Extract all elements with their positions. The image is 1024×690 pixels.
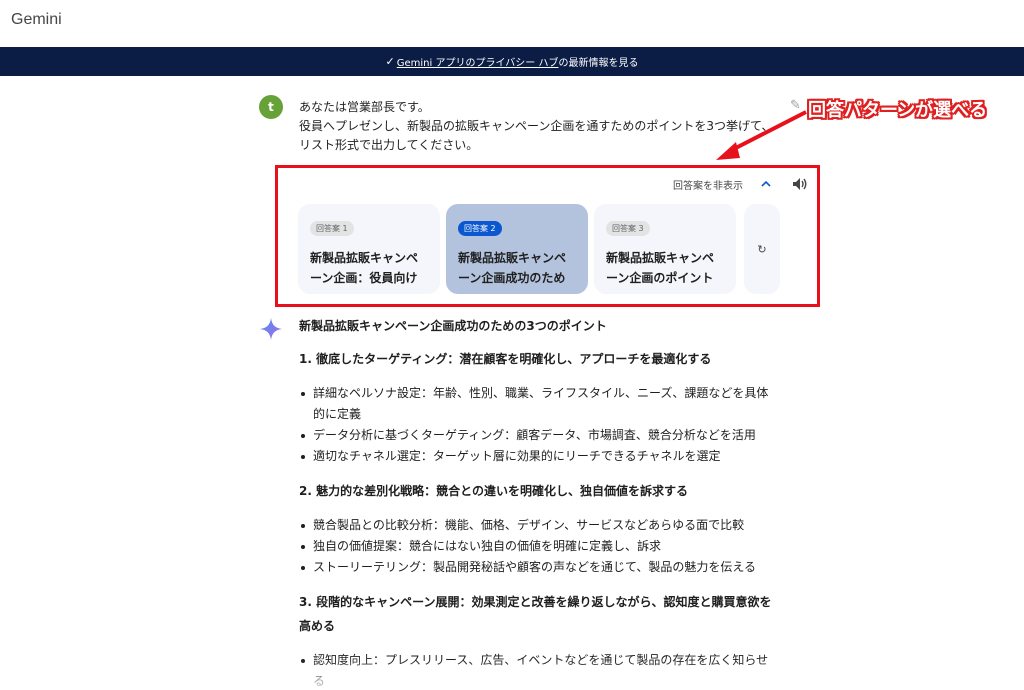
top-bar: Gemini xyxy=(0,0,1024,47)
draft-text: 新製品拡販キャンペーン企画成功のため xyxy=(458,251,567,285)
scroll-fade xyxy=(0,660,1024,690)
speaker-icon[interactable] xyxy=(792,177,808,191)
gemini-sparkle-icon xyxy=(260,318,282,340)
annotation-label: 回答パターンが選べる xyxy=(808,100,988,121)
list-item: 競合製品との比較分析：機能、価格、デザイン、サービスなどあらゆる面で比較 xyxy=(299,515,779,536)
draft-card-2[interactable]: 回答案 2 新製品拡販キャンペーン企画成功のため xyxy=(446,204,588,294)
chevron-up-icon[interactable] xyxy=(760,178,772,190)
section-heading: 3. 段階的なキャンペーン展開：効果測定と改善を繰り返しながら、認知度と購買意欲… xyxy=(299,595,772,633)
prompt-line: 役員へプレゼンし、新製品の拡販キャンペーン企画を通すためのポイントを3つ挙げて、… xyxy=(299,119,774,152)
section-heading: 2. 魅力的な差別化戦略：競合との違いを明確化し、独自価値を訴求する xyxy=(299,484,688,498)
privacy-notice-banner: ✓ Gemini アプリのプライバシー ハブ の最新情報を見る xyxy=(0,47,1024,76)
user-avatar: t xyxy=(259,95,283,119)
privacy-hub-link[interactable]: Gemini アプリのプライバシー ハブ xyxy=(397,54,559,69)
list-item: 適切なチャネル選定：ターゲット層に効果的にリーチできるチャネルを選定 xyxy=(299,446,779,467)
draft-badge: 回答案 3 xyxy=(606,221,650,236)
regenerate-drafts-button[interactable]: ↻ xyxy=(744,204,780,294)
draft-card-3[interactable]: 回答案 3 新製品拡販キャンペーン企画のポイント xyxy=(594,204,736,294)
bullet-list: 競合製品との比較分析：機能、価格、デザイン、サービスなどあらゆる面で比較 独自の… xyxy=(299,515,779,578)
bullet-list: 詳細なペルソナ設定：年齢、性別、職業、ライフスタイル、ニーズ、課題などを具体的に… xyxy=(299,383,779,467)
app-title[interactable]: Gemini xyxy=(11,11,62,29)
list-item: 詳細なペルソナ設定：年齢、性別、職業、ライフスタイル、ニーズ、課題などを具体的に… xyxy=(299,383,779,425)
annotation-arrow-icon xyxy=(716,110,807,160)
draft-badge: 回答案 2 xyxy=(458,221,502,236)
response-title: 新製品拡販キャンペーン企画成功のための3つのポイント xyxy=(299,319,607,333)
section-heading: 1. 徹底したターゲティング：潜在顧客を明確化し、アプローチを最適化する xyxy=(299,352,712,366)
notice-suffix: の最新情報を見る xyxy=(558,58,639,69)
check-circle-icon: ✓ xyxy=(385,55,395,68)
refresh-icon: ↻ xyxy=(757,242,767,256)
list-item: 独自の価値提案：競合にはない独自の価値を明確に定義し、訴求 xyxy=(299,536,779,557)
prompt-line: あなたは営業部長です。 xyxy=(299,100,430,114)
draft-card-1[interactable]: 回答案 1 新製品拡販キャンペーン企画：役員向け xyxy=(298,204,440,294)
list-item: データ分析に基づくターゲティング：顧客データ、市場調査、競合分析などを活用 xyxy=(299,425,779,446)
model-response: 新製品拡販キャンペーン企画成功のための3つのポイント 1. 徹底したターゲティン… xyxy=(299,316,779,690)
draft-text: 新製品拡販キャンペーン企画：役員向け xyxy=(310,251,419,285)
draft-badge: 回答案 1 xyxy=(310,221,354,236)
user-prompt: あなたは営業部長です。 役員へプレゼンし、新製品の拡販キャンペーン企画を通すため… xyxy=(299,98,779,155)
draft-text: 新製品拡販キャンペーン企画のポイント xyxy=(606,251,715,285)
hide-drafts-button[interactable]: 回答案を非表示 xyxy=(673,177,743,192)
list-item: ストーリーテリング：製品開発秘話や顧客の声などを通じて、製品の魅力を伝える xyxy=(299,557,779,578)
